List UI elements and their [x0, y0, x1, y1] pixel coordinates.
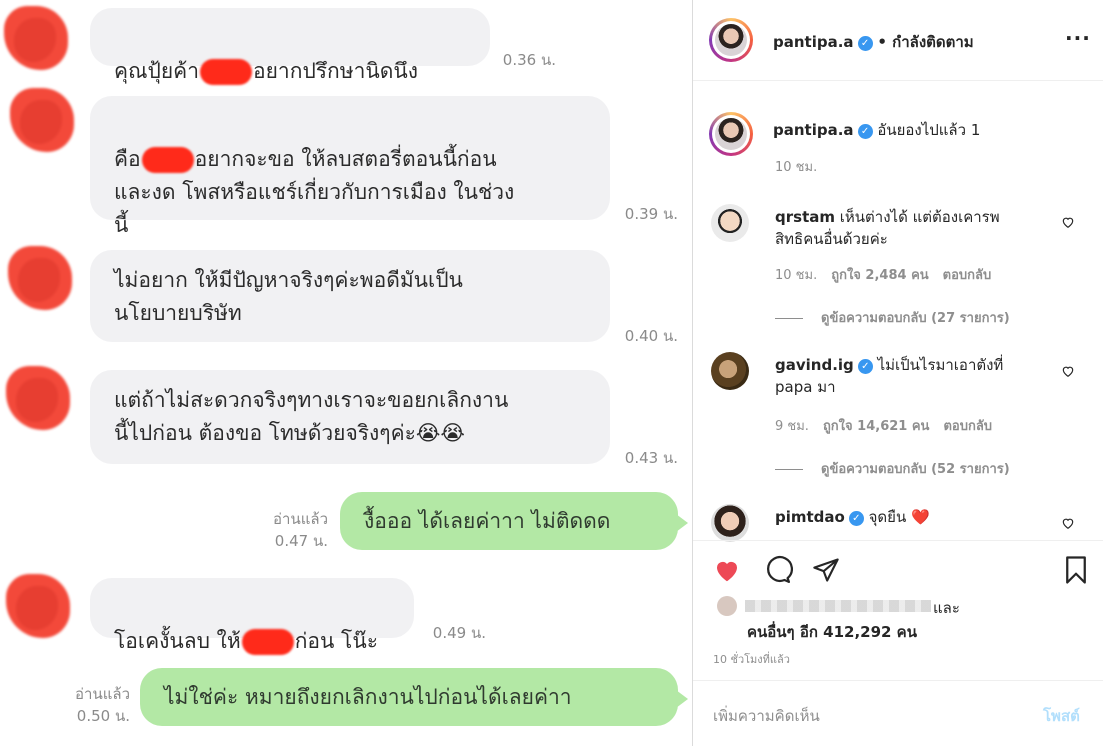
- liker-avatar[interactable]: [717, 596, 737, 616]
- redaction-mark: [141, 147, 194, 173]
- add-comment-input[interactable]: เพิ่มความคิดเห็น: [713, 704, 1013, 728]
- chat-bubble-incoming: โอเคงั้นลบ ให้ ก่อน โน๊ะ: [90, 578, 414, 655]
- reply-button[interactable]: ตอบกลับ: [943, 268, 992, 283]
- comment-meta: 9 ชม. ถูกใจ 14,621 คน ตอบกลับ: [775, 415, 1006, 436]
- chat-bubble-incoming: คือ อยากจะขอ ให้ลบสตอรี่ตอนนี้ก่อน และงด …: [90, 96, 610, 237]
- chat-bubble-incoming: คุณปุ้ยค้า อยากปรึกษานิดนึง: [90, 8, 490, 85]
- read-label: อ่านแล้ว: [273, 510, 328, 528]
- chat-bubble-outgoing: งื้อออ ได้เลยค่าาา ไม่ติดดด: [340, 492, 688, 550]
- post-comment-button[interactable]: โพสต์: [1043, 704, 1080, 728]
- comment-text: จุดยืน ❤️: [868, 508, 930, 526]
- caption-username[interactable]: pantipa.a: [773, 121, 854, 139]
- message-time: 0.47 น.: [274, 532, 328, 550]
- message-time: 0.40 น.: [624, 327, 678, 345]
- comment-meta: 10 ชม. ถูกใจ 2,484 คน ตอบกลับ: [775, 264, 1005, 285]
- commenter-avatar[interactable]: [711, 204, 749, 242]
- share-icon[interactable]: [811, 556, 841, 584]
- comment-username[interactable]: qrstam: [775, 208, 835, 226]
- view-replies-button[interactable]: ดูข้อความตอบกลับ (52 รายการ): [775, 458, 1010, 479]
- comment: gavind.ig ✓ ไม่เป็นไรมาเอาตังที่ papa มา: [775, 354, 1055, 398]
- redacted-avatar: [8, 246, 72, 310]
- post-header: pantipa.a ✓ • กำลังติดตาม: [773, 30, 974, 54]
- caption-avatar[interactable]: [709, 112, 753, 156]
- redacted-avatar: [6, 574, 70, 638]
- blurred-liker-names: [745, 600, 931, 612]
- save-bookmark-icon[interactable]: [1061, 554, 1091, 586]
- verified-badge-icon: ✓: [857, 36, 873, 51]
- redaction-mark: [200, 59, 253, 85]
- comment-likes[interactable]: ถูกใจ 14,621 คน: [823, 419, 930, 434]
- likes-and: และ: [933, 599, 960, 617]
- comment-username[interactable]: pimtdao: [775, 508, 845, 526]
- verified-badge-icon: ✓: [857, 359, 873, 374]
- caption: pantipa.a ✓ อันยองไปแล้ว 1: [773, 118, 980, 142]
- message-text: ก่อน โน๊ะ: [294, 629, 378, 653]
- redaction-mark: [241, 629, 294, 655]
- likes-count[interactable]: คนอื่นๆ อีก 412,292 คน: [747, 620, 917, 644]
- read-label: อ่านแล้ว: [75, 685, 130, 703]
- read-receipt: อ่านแล้ว 0.50 น.: [40, 683, 130, 727]
- follow-status[interactable]: • กำลังติดตาม: [877, 33, 973, 51]
- like-comment-icon[interactable]: [1061, 215, 1075, 229]
- view-replies-label: ดูข้อความตอบกลับ (52 รายการ): [821, 462, 1010, 477]
- like-comment-icon[interactable]: [1061, 364, 1075, 378]
- chat-bubble-outgoing: ไม่ใช่ค่ะ หมายถึงยกเลิกงานไปก่อนได้เลยค่…: [140, 668, 688, 726]
- comment-box-separator: [693, 680, 1103, 681]
- message-text: คือ: [114, 147, 141, 171]
- actions-separator: [693, 540, 1103, 541]
- verified-badge-icon: ✓: [857, 124, 873, 139]
- commenter-avatar[interactable]: [711, 352, 749, 390]
- message-time: 0.43 น.: [624, 449, 678, 467]
- chat-bubble-incoming: แต่ถ้าไม่สะดวกจริงๆทางเราจะขอยกเลิกงาน น…: [90, 370, 610, 464]
- profile-avatar[interactable]: [709, 18, 753, 62]
- message-time: 0.39 น.: [624, 205, 678, 223]
- message-time: 0.36 น.: [502, 51, 556, 69]
- message-text: โอเคงั้นลบ ให้: [114, 629, 241, 653]
- comment-time: 10 ชม.: [775, 268, 818, 283]
- more-options-icon[interactable]: ···: [1065, 26, 1091, 50]
- comment-likes[interactable]: ถูกใจ 2,484 คน: [831, 268, 928, 283]
- message-time: 0.49 น.: [432, 624, 486, 642]
- caption-time: 10 ชม.: [775, 160, 818, 175]
- header-username[interactable]: pantipa.a: [773, 33, 854, 51]
- view-replies-label: ดูข้อความตอบกลับ (27 รายการ): [821, 311, 1010, 326]
- comment-icon[interactable]: [761, 555, 793, 585]
- reply-button[interactable]: ตอบกลับ: [943, 419, 992, 434]
- comment: qrstam เห็นต่างได้ แต่ต้องเคารพ สิทธิคนอ…: [775, 206, 1055, 250]
- chat-screenshot: คุณปุ้ยค้า อยากปรึกษานิดนึง 0.36 น. คือ อย…: [0, 0, 692, 746]
- verified-badge-icon: ✓: [848, 511, 864, 526]
- message-text: อยากปรึกษานิดนึง: [253, 59, 419, 83]
- comment-username[interactable]: gavind.ig: [775, 356, 854, 374]
- like-heart-icon[interactable]: [711, 555, 743, 585]
- message-text: คุณปุ้ยค้า: [114, 59, 200, 83]
- like-comment-icon[interactable]: [1061, 516, 1075, 530]
- commenter-avatar[interactable]: [711, 504, 749, 542]
- redacted-avatar: [4, 6, 68, 70]
- instagram-post-panel: pantipa.a ✓ • กำลังติดตาม ··· pantipa.a ✓ …: [693, 0, 1103, 746]
- post-time: 10 ชั่วโมงที่แล้ว: [713, 653, 790, 666]
- message-time: 0.50 น.: [76, 707, 130, 725]
- read-receipt: อ่านแล้ว 0.47 น.: [240, 508, 328, 552]
- redacted-avatar: [10, 88, 74, 152]
- comment: pimtdao ✓ จุดยืน ❤️: [775, 506, 1055, 528]
- view-replies-button[interactable]: ดูข้อความตอบกลับ (27 รายการ): [775, 307, 1010, 328]
- comment-time: 9 ชม.: [775, 419, 809, 434]
- redacted-avatar: [6, 366, 70, 430]
- caption-text: อันยองไปแล้ว 1: [877, 121, 981, 139]
- chat-bubble-incoming: ไม่อยาก ให้มีปัญหาจริงๆค่ะพอดีมันเป็น นโ…: [90, 250, 610, 342]
- header-separator: [693, 80, 1103, 81]
